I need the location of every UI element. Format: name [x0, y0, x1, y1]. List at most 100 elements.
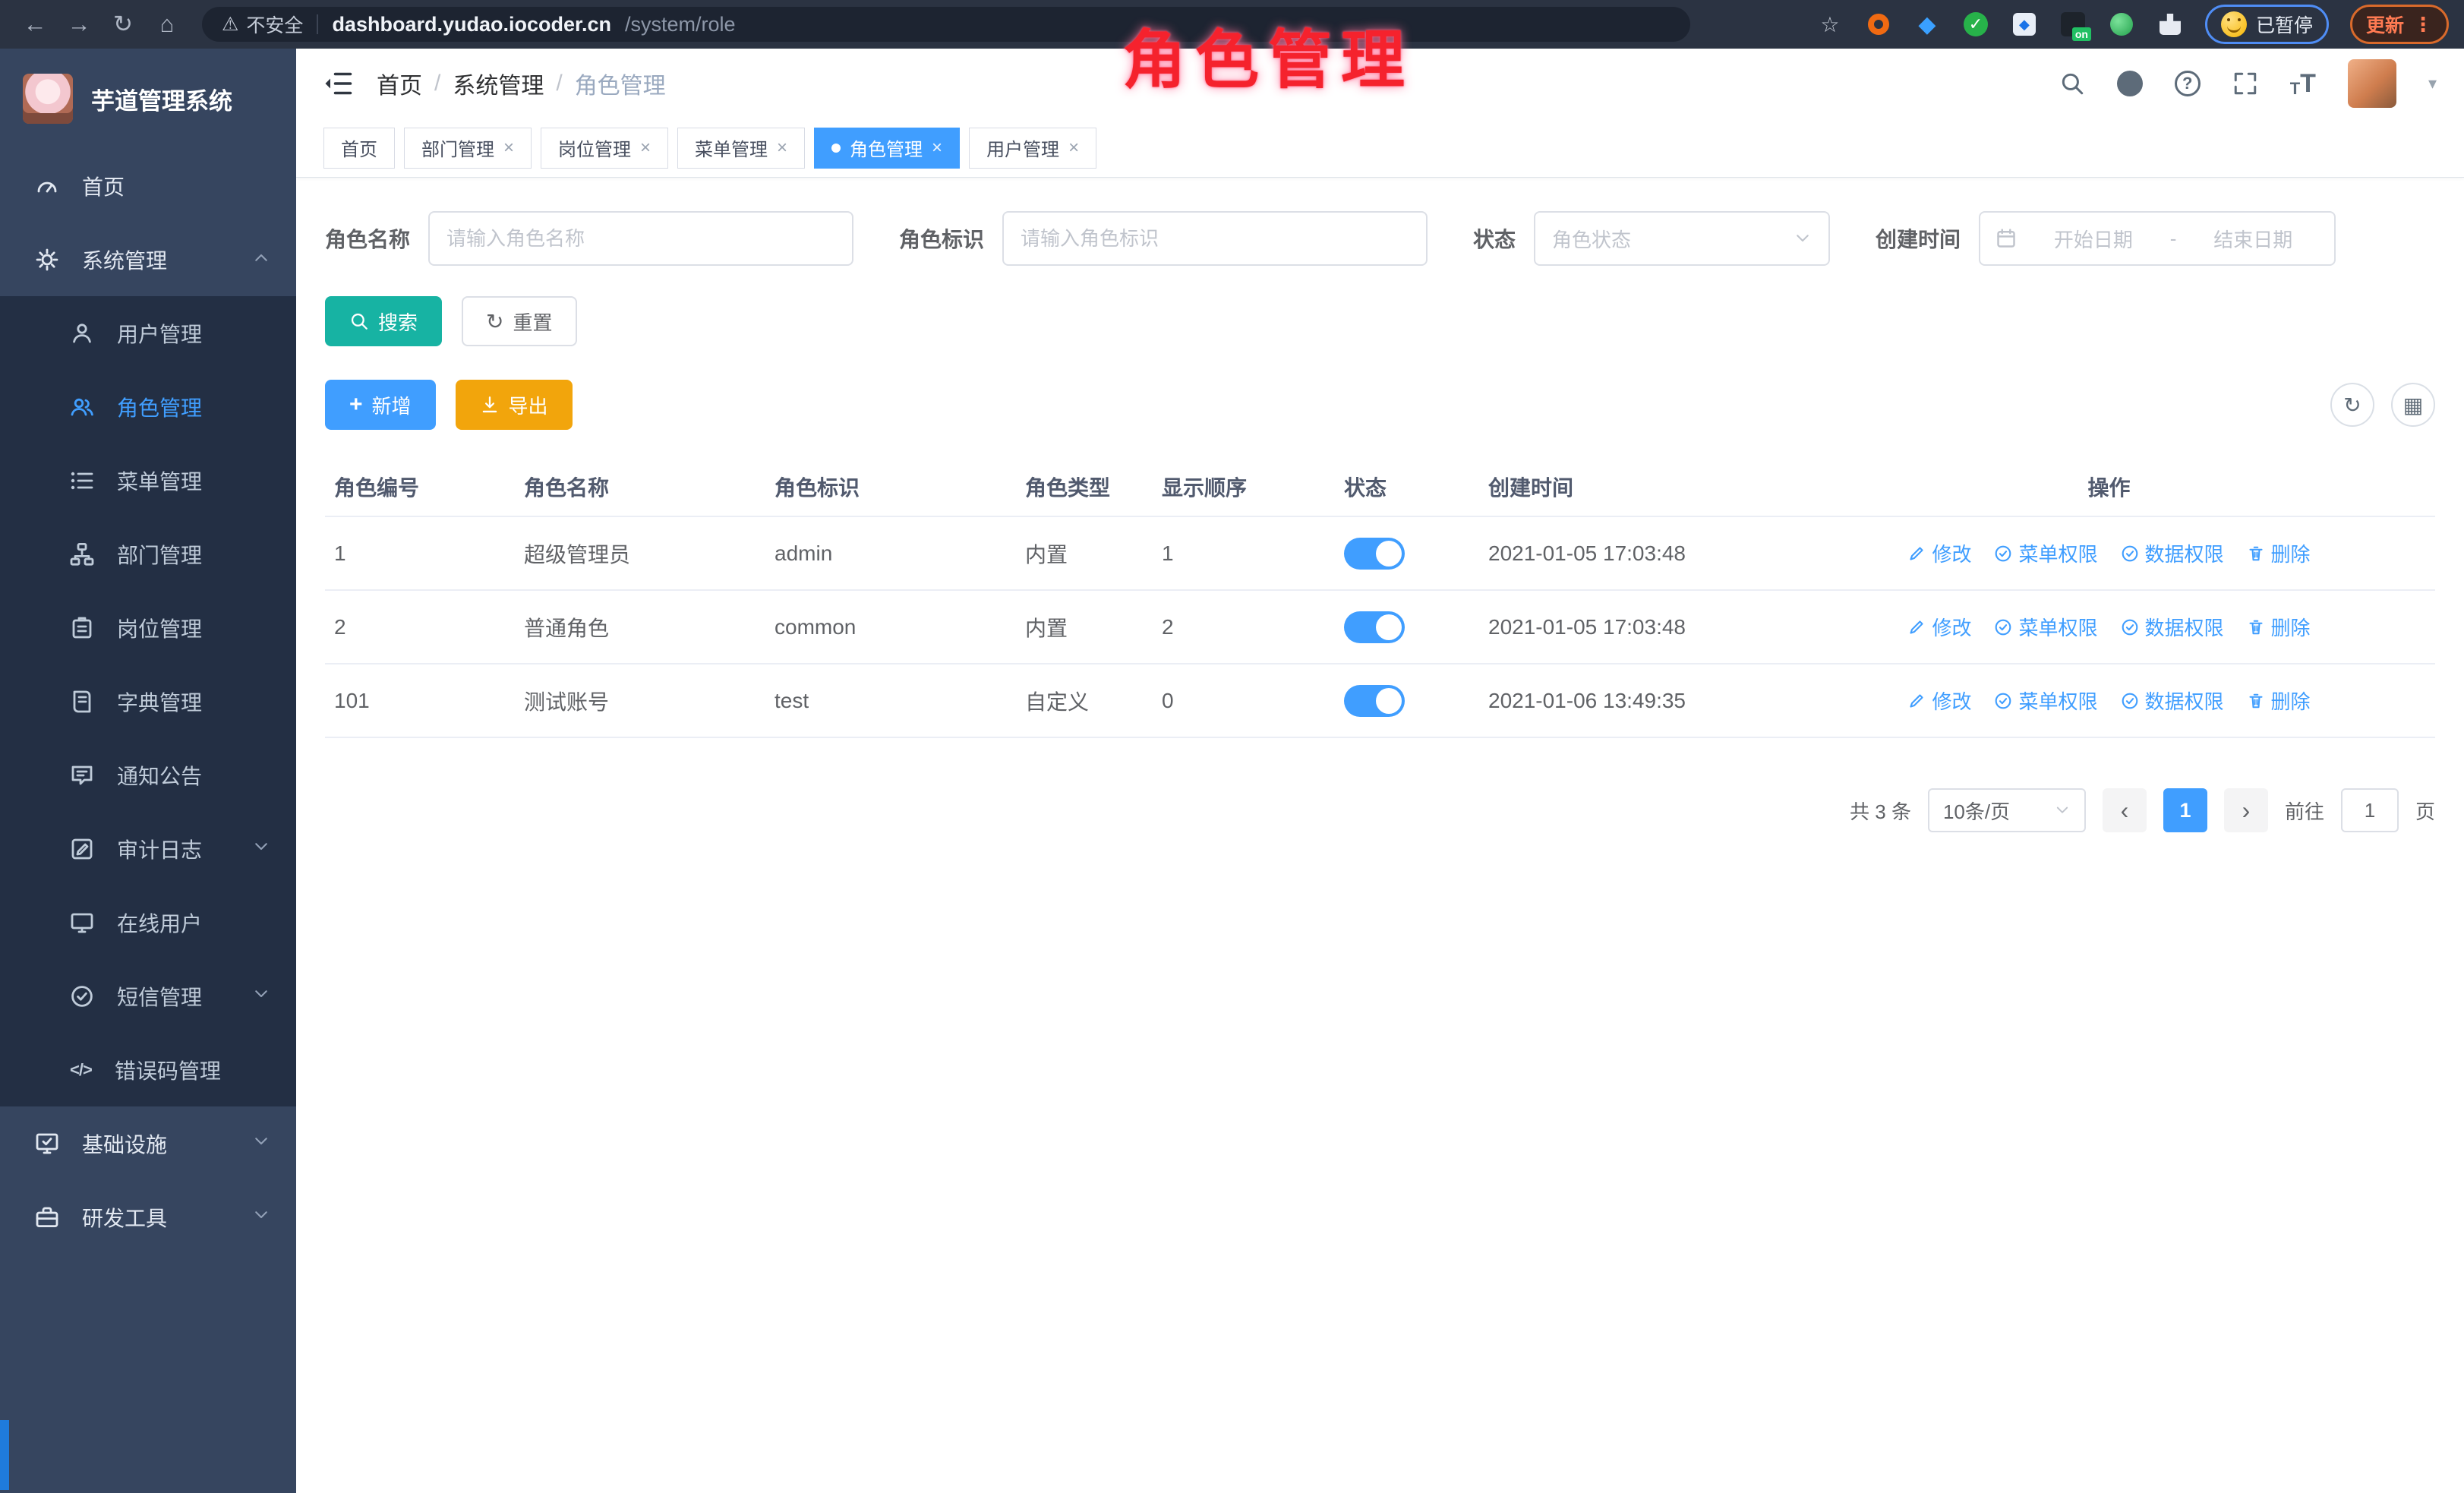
users-icon [70, 395, 94, 419]
cell-role-name: 测试账号 [515, 664, 765, 737]
font-size-icon[interactable]: TT [2290, 69, 2316, 99]
sidebar-item-label: 通知公告 [117, 760, 270, 791]
goto-label: 前往 [2285, 797, 2324, 825]
column-role-name: 角色名称 [515, 457, 765, 516]
sidebar-item-audit-log[interactable]: 审计日志 [0, 812, 296, 885]
tab-posts[interactable]: 岗位管理 × [541, 128, 668, 169]
tab-roles-active[interactable]: 角色管理 × [814, 128, 960, 169]
avatar[interactable] [2348, 59, 2396, 108]
prev-page-button[interactable]: ‹ [2103, 788, 2147, 832]
sidebar-item-sms[interactable]: 短信管理 [0, 959, 296, 1033]
search-button[interactable]: 搜索 [325, 296, 442, 346]
status-select[interactable]: 角色状态 [1534, 211, 1830, 266]
search-icon[interactable] [2059, 71, 2085, 96]
sidebar-item-dict[interactable]: 字典管理 [0, 664, 296, 738]
column-status: 状态 [1335, 457, 1479, 516]
close-icon[interactable]: × [932, 137, 942, 159]
breadcrumb-home[interactable]: 首页 [377, 67, 422, 100]
extensions-puzzle-icon[interactable] [2156, 11, 2184, 38]
sidebar-scrollbar-thumb[interactable] [0, 1420, 9, 1490]
close-icon[interactable]: × [640, 137, 651, 159]
edit-link[interactable]: 修改 [1907, 687, 1971, 715]
table-refresh-button[interactable]: ↻ [2330, 383, 2374, 427]
data-permission-link[interactable]: 数据权限 [2121, 539, 2224, 567]
delete-link[interactable]: 删除 [2247, 687, 2311, 715]
tab-label: 用户管理 [986, 134, 1059, 161]
profile-paused-badge[interactable]: 已暂停 [2205, 5, 2329, 44]
sidebar: 芋道管理系统 首页 系统管理 用户管理 角色管理 [0, 49, 296, 1493]
code-icon: </> [70, 1060, 92, 1080]
reset-button[interactable]: ↻ 重置 [462, 296, 576, 346]
url-path: /system/role [625, 13, 736, 36]
tab-home[interactable]: 首页 [323, 128, 395, 169]
status-toggle-on[interactable] [1344, 685, 1405, 717]
pencil-icon [1907, 544, 1926, 563]
sidebar-collapse-button[interactable] [323, 68, 354, 99]
sidebar-item-users[interactable]: 用户管理 [0, 296, 296, 370]
role-name-input[interactable] [428, 211, 853, 266]
data-permission-link[interactable]: 数据权限 [2121, 687, 2224, 715]
sidebar-item-menus[interactable]: 菜单管理 [0, 443, 296, 517]
page-1-button[interactable]: 1 [2163, 788, 2207, 832]
browser-home-button[interactable]: ⌂ [147, 6, 187, 43]
sidebar-item-departments[interactable]: 部门管理 [0, 517, 296, 591]
browser-back-button[interactable]: ← [15, 6, 55, 43]
extension-green-check-icon[interactable]: ✓ [1962, 11, 1989, 38]
menu-permission-link[interactable]: 菜单权限 [1994, 539, 2097, 567]
sidebar-item-home[interactable]: 首页 [0, 149, 296, 223]
create-time-label: 创建时间 [1876, 223, 1961, 254]
extension-blue-icon[interactable]: ◆ [1913, 11, 1941, 38]
tab-menus[interactable]: 菜单管理 × [677, 128, 805, 169]
sidebar-item-roles[interactable]: 角色管理 [0, 370, 296, 443]
role-key-input[interactable] [1002, 211, 1428, 266]
browser-update-button[interactable]: 更新 ⋮ [2350, 5, 2449, 44]
close-icon[interactable]: × [1068, 137, 1079, 159]
breadcrumb-system[interactable]: 系统管理 [453, 67, 544, 100]
github-icon[interactable] [2117, 71, 2143, 96]
circle-check-icon [1994, 544, 2012, 563]
address-bar[interactable]: ⚠ 不安全 dashboard.yudao.iocoder.cn /system… [202, 7, 1690, 42]
tab-departments[interactable]: 部门管理 × [404, 128, 532, 169]
next-page-button[interactable]: › [2224, 788, 2268, 832]
sidebar-item-notice[interactable]: 通知公告 [0, 738, 296, 812]
tab-users[interactable]: 用户管理 × [969, 128, 1096, 169]
app-logo[interactable]: 芋道管理系统 [0, 49, 296, 149]
browser-menu-icon[interactable]: ⋮ [2413, 13, 2433, 36]
data-permission-link[interactable]: 数据权限 [2121, 613, 2224, 641]
status-toggle-on[interactable] [1344, 538, 1405, 570]
help-icon[interactable]: ? [2175, 71, 2201, 96]
fullscreen-icon[interactable] [2232, 71, 2258, 96]
sidebar-item-infrastructure[interactable]: 基础设施 [0, 1106, 296, 1180]
sidebar-item-posts[interactable]: 岗位管理 [0, 591, 296, 664]
browser-reload-button[interactable]: ↻ [103, 6, 143, 43]
close-icon[interactable]: × [777, 137, 787, 159]
edit-link[interactable]: 修改 [1907, 539, 1971, 567]
date-range-picker[interactable]: 开始日期 - 结束日期 [1979, 211, 2336, 266]
extension-leaf-icon[interactable] [2108, 11, 2135, 38]
add-button[interactable]: + 新增 [325, 380, 436, 430]
status-toggle-on[interactable] [1344, 611, 1405, 643]
security-label[interactable]: 不安全 [246, 11, 303, 38]
extension-dark-on-icon[interactable]: on [2059, 11, 2087, 38]
sidebar-item-system[interactable]: 系统管理 [0, 223, 296, 296]
table-columns-button[interactable]: ▦ [2391, 383, 2435, 427]
menu-permission-link[interactable]: 菜单权限 [1994, 613, 2097, 641]
sidebar-item-dev-tools[interactable]: 研发工具 [0, 1180, 296, 1254]
sidebar-item-error-codes[interactable]: </> 错误码管理 [0, 1033, 296, 1106]
goto-page-input[interactable] [2341, 788, 2399, 832]
avatar-dropdown-caret[interactable]: ▾ [2428, 74, 2437, 93]
export-button[interactable]: 导出 [456, 380, 573, 430]
extension-translate-icon[interactable]: ◆ [2011, 11, 2038, 38]
delete-link[interactable]: 删除 [2247, 613, 2311, 641]
delete-link[interactable]: 删除 [2247, 539, 2311, 567]
menu-permission-link[interactable]: 菜单权限 [1994, 687, 2097, 715]
bookmark-star-icon[interactable]: ☆ [1816, 11, 1844, 38]
page-size-select[interactable]: 10条/页 [1928, 788, 2086, 832]
extension-orange-icon[interactable] [1865, 11, 1892, 38]
chevron-down-icon [252, 1132, 270, 1156]
close-icon[interactable]: × [503, 137, 514, 159]
browser-forward-button[interactable]: → [59, 6, 99, 43]
edit-link[interactable]: 修改 [1907, 613, 1971, 641]
menu-permission-label: 菜单权限 [2018, 539, 2097, 567]
sidebar-item-online-users[interactable]: 在线用户 [0, 885, 296, 959]
